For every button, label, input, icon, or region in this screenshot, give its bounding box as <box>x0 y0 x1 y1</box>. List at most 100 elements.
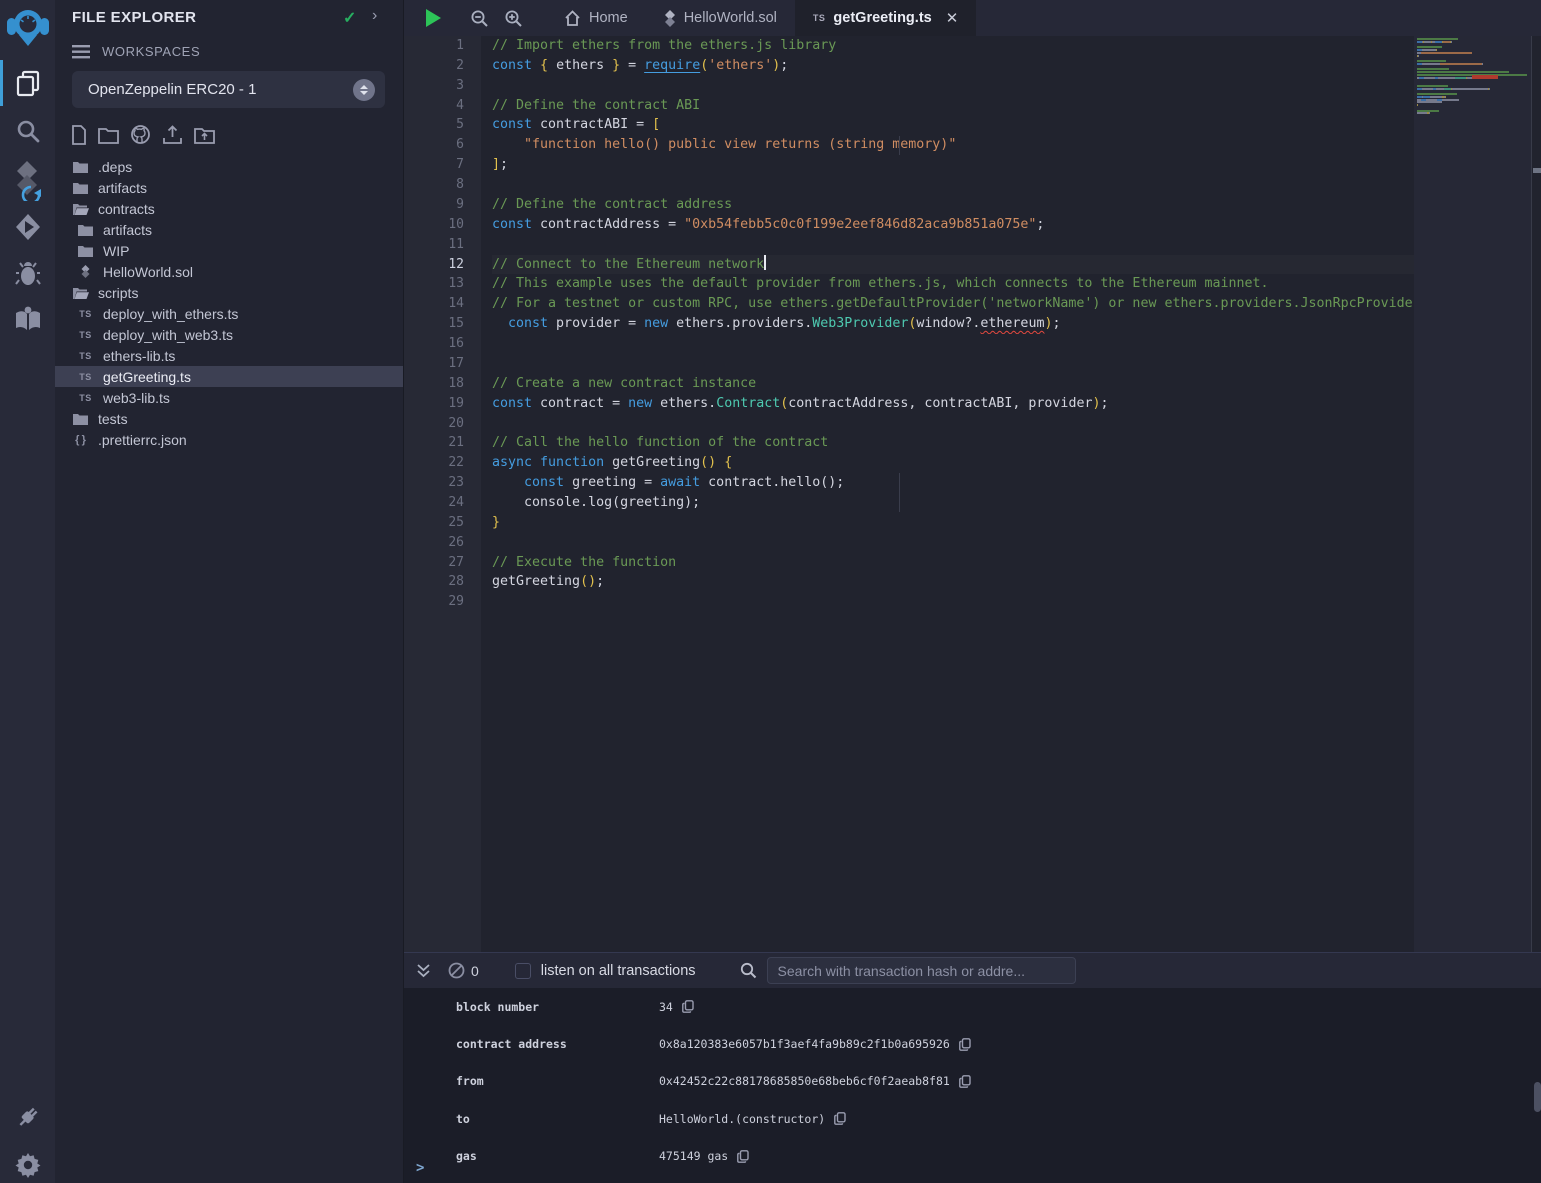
code-line-16[interactable]: 16 <box>404 334 1414 354</box>
tree-item-artifacts[interactable]: artifacts <box>55 219 403 240</box>
minimap-line <box>1417 104 1418 106</box>
copy-icon[interactable] <box>682 1000 694 1013</box>
search-icon[interactable] <box>0 113 55 149</box>
code-line-4[interactable]: 4// Define the contract ABI <box>404 96 1414 116</box>
hamburger-menu-icon[interactable] <box>72 45 90 59</box>
debugger-icon[interactable] <box>0 256 55 292</box>
copy-icon[interactable] <box>737 1150 749 1163</box>
copy-icon[interactable] <box>959 1075 971 1088</box>
panel-collapse-chevron-icon[interactable]: › <box>372 7 377 25</box>
code-line-19[interactable]: 19const contract = new ethers.Contract(c… <box>404 394 1414 414</box>
code-line-29[interactable]: 29 <box>404 592 1414 612</box>
code-line-5[interactable]: 5const contractABI = [ <box>404 115 1414 135</box>
tree-item-helloworld-sol[interactable]: HelloWorld.sol <box>55 261 403 282</box>
code-line-22[interactable]: 22async function getGreeting() { <box>404 453 1414 473</box>
run-script-button[interactable] <box>404 0 462 36</box>
code-line-8[interactable]: 8 <box>404 175 1414 195</box>
tree-item--prettierrc-json[interactable]: { }.prettierrc.json <box>55 429 403 450</box>
zoom-out-icon[interactable] <box>462 0 496 36</box>
line-number: 3 <box>404 76 464 96</box>
code-line-27[interactable]: 27// Execute the function <box>404 553 1414 573</box>
folder-open-icon <box>72 287 89 299</box>
close-tab-icon[interactable]: ✕ <box>946 9 959 27</box>
tab-home[interactable]: Home <box>546 0 646 36</box>
github-icon[interactable] <box>130 124 151 145</box>
code-editor[interactable]: 1// Import ethers from the ethers.js lib… <box>404 36 1414 952</box>
code-text: // Define the contract ABI <box>492 96 1414 116</box>
code-line-25[interactable]: 25} <box>404 513 1414 533</box>
workspace-select[interactable]: OpenZeppelin ERC20 - 1 <box>72 71 385 108</box>
terminal-prompt[interactable]: > <box>416 1160 424 1176</box>
code-line-24[interactable]: 24 console.log(greeting); <box>404 493 1414 513</box>
tree-item-contracts[interactable]: contracts <box>55 198 403 219</box>
tree-item-scripts[interactable]: scripts <box>55 282 403 303</box>
tree-item-deploy-with-web3-ts[interactable]: TSdeploy_with_web3.ts <box>55 324 403 345</box>
code-line-6[interactable]: 6 "function hello() public view returns … <box>404 135 1414 155</box>
code-line-15[interactable]: 15 const provider = new ethers.providers… <box>404 314 1414 334</box>
ts-icon: TS <box>77 372 94 382</box>
tree-item-deploy-with-ethers-ts[interactable]: TSdeploy_with_ethers.ts <box>55 303 403 324</box>
new-file-icon[interactable] <box>71 125 87 145</box>
code-line-10[interactable]: 10const contractAddress = "0xb54febb5c0c… <box>404 215 1414 235</box>
tree-item-artifacts[interactable]: artifacts <box>55 177 403 198</box>
listen-transactions-checkbox[interactable] <box>515 963 531 979</box>
code-text: const contract = new ethers.Contract(con… <box>492 394 1414 414</box>
code-line-28[interactable]: 28getGreeting(); <box>404 572 1414 592</box>
tab-label: HelloWorld.sol <box>684 10 777 26</box>
tx-detail-label: from <box>456 1074 659 1088</box>
line-number: 1 <box>404 36 464 56</box>
code-line-2[interactable]: 2const { ethers } = require('ethers'); <box>404 56 1414 76</box>
code-text: console.log(greeting); <box>492 493 1414 513</box>
expand-terminal-icon[interactable] <box>416 963 431 978</box>
code-line-12[interactable]: 12// Connect to the Ethereum network <box>404 255 1414 275</box>
clear-console-icon[interactable] <box>448 962 465 979</box>
tree-item-tests[interactable]: tests <box>55 408 403 429</box>
settings-gear-icon[interactable] <box>0 1148 55 1182</box>
minimap[interactable] <box>1414 36 1531 952</box>
tab-helloworld-sol[interactable]: HelloWorld.sol <box>646 0 795 36</box>
tree-item--deps[interactable]: .deps <box>55 156 403 177</box>
tree-item-ethers-lib-ts[interactable]: TSethers-lib.ts <box>55 345 403 366</box>
terminal-search-input[interactable] <box>767 957 1076 984</box>
code-line-7[interactable]: 7]; <box>404 155 1414 175</box>
editor-scrollbar[interactable] <box>1531 36 1541 952</box>
tree-item-getgreeting-ts[interactable]: TSgetGreeting.ts <box>55 366 403 387</box>
file-tree: .depsartifactscontractsartifactsWIPHello… <box>55 156 403 450</box>
tree-item-label: WIP <box>103 243 129 259</box>
deploy-run-icon[interactable] <box>0 208 55 246</box>
activity-bar <box>0 0 55 1183</box>
tx-detail-value: 0x42452c22c88178685850e68beb6cf0f2aeab8f… <box>659 1074 971 1088</box>
code-line-26[interactable]: 26 <box>404 533 1414 553</box>
code-line-18[interactable]: 18// Create a new contract instance <box>404 374 1414 394</box>
file-explorer-icon[interactable] <box>0 63 55 103</box>
code-line-20[interactable]: 20 <box>404 414 1414 434</box>
code-line-9[interactable]: 9// Define the contract address <box>404 195 1414 215</box>
minimap-line <box>1417 49 1437 51</box>
remix-logo-icon[interactable] <box>0 4 55 50</box>
code-line-17[interactable]: 17 <box>404 354 1414 374</box>
solidity-compiler-icon[interactable] <box>0 158 55 202</box>
upload-file-icon[interactable] <box>162 125 183 145</box>
tree-item-wip[interactable]: WIP <box>55 240 403 261</box>
terminal-scrollbar-thumb[interactable] <box>1534 1082 1541 1112</box>
folder-icon <box>77 224 94 236</box>
upload-folder-icon[interactable] <box>194 126 215 144</box>
tx-detail-row-gas: gas475149 gas <box>404 1138 1541 1175</box>
code-line-14[interactable]: 14// For a testnet or custom RPC, use et… <box>404 294 1414 314</box>
new-folder-icon[interactable] <box>98 126 119 144</box>
code-line-21[interactable]: 21// Call the hello function of the cont… <box>404 433 1414 453</box>
tab-getgreeting-ts[interactable]: TS getGreeting.ts ✕ <box>795 0 976 36</box>
tree-item-web3-lib-ts[interactable]: TSweb3-lib.ts <box>55 387 403 408</box>
copy-icon[interactable] <box>834 1112 846 1125</box>
panel-title: FILE EXPLORER <box>72 9 196 26</box>
code-line-11[interactable]: 11 <box>404 235 1414 255</box>
zoom-in-icon[interactable] <box>496 0 530 36</box>
tree-item-label: artifacts <box>103 222 152 238</box>
libraries-book-icon[interactable] <box>0 300 55 338</box>
copy-icon[interactable] <box>959 1038 971 1051</box>
code-line-23[interactable]: 23 const greeting = await contract.hello… <box>404 473 1414 493</box>
code-line-1[interactable]: 1// Import ethers from the ethers.js lib… <box>404 36 1414 56</box>
code-line-3[interactable]: 3 <box>404 76 1414 96</box>
plugin-manager-icon[interactable] <box>0 1100 55 1134</box>
code-line-13[interactable]: 13// This example uses the default provi… <box>404 274 1414 294</box>
